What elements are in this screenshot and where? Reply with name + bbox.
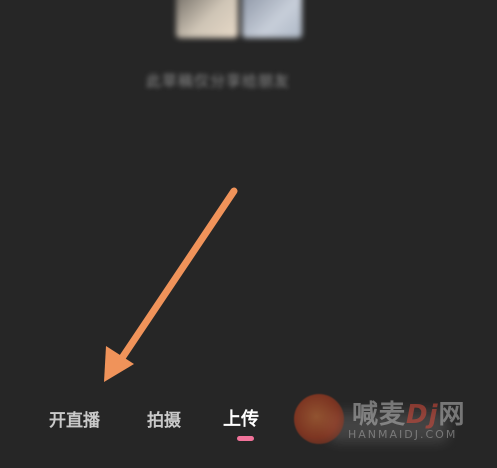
watermark-text-suffix: 网	[438, 400, 466, 430]
watermark-subtext: HANMAIDJ.COM	[348, 428, 458, 441]
tab-shoot[interactable]: 拍摄	[147, 406, 181, 431]
tab-go-live[interactable]: 开直播	[49, 406, 100, 431]
draft-thumbnail[interactable]	[176, 0, 306, 40]
thumbnail-tile	[242, 0, 302, 38]
app-screen: 此草稿仅分享给朋友 开直播 拍摄 上传 喊麦Dj网 HANMAIDJ.COM	[0, 0, 497, 468]
watermark-text: 喊麦Dj网	[352, 394, 466, 431]
watermark-text-main: 喊麦	[352, 400, 407, 430]
arrow-head	[104, 346, 134, 382]
draft-caption: 此草稿仅分享给朋友	[146, 72, 291, 90]
watermark-text-brand: Dj	[406, 400, 439, 430]
watermark-logo-icon	[294, 394, 344, 444]
watermark: 喊麦Dj网 HANMAIDJ.COM	[290, 388, 497, 468]
arrow-shaft	[114, 187, 238, 368]
thumbnail-tile	[176, 0, 238, 38]
active-tab-indicator	[237, 436, 254, 441]
tab-upload[interactable]: 上传	[223, 405, 259, 431]
